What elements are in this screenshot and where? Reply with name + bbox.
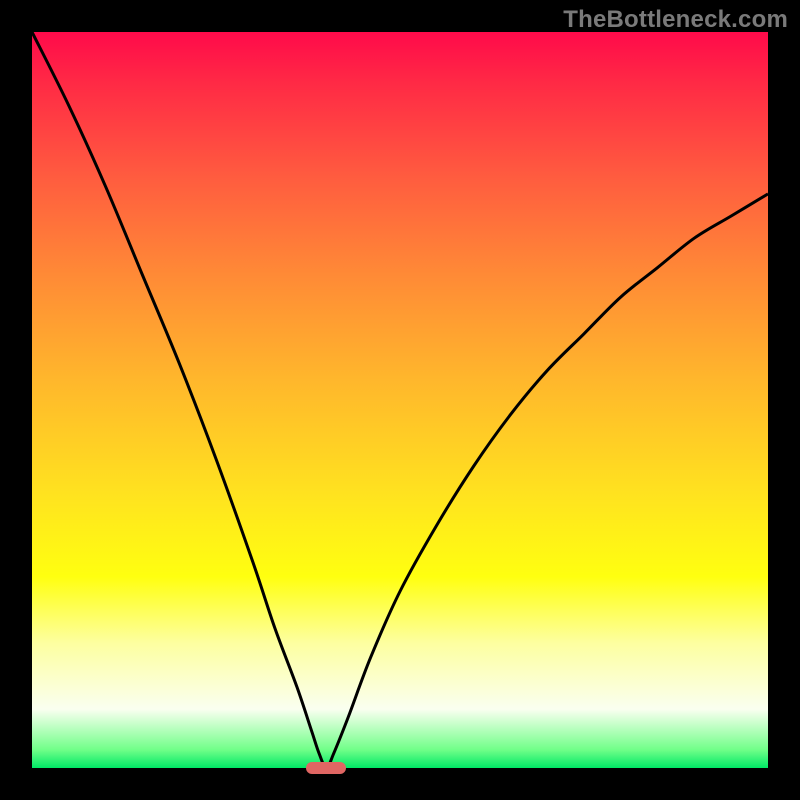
chart-container: TheBottleneck.com [0,0,800,800]
bottleneck-curve [32,32,768,768]
curve-svg [32,32,768,768]
minimum-marker [306,762,346,774]
plot-area [32,32,768,768]
watermark-text: TheBottleneck.com [563,6,788,34]
